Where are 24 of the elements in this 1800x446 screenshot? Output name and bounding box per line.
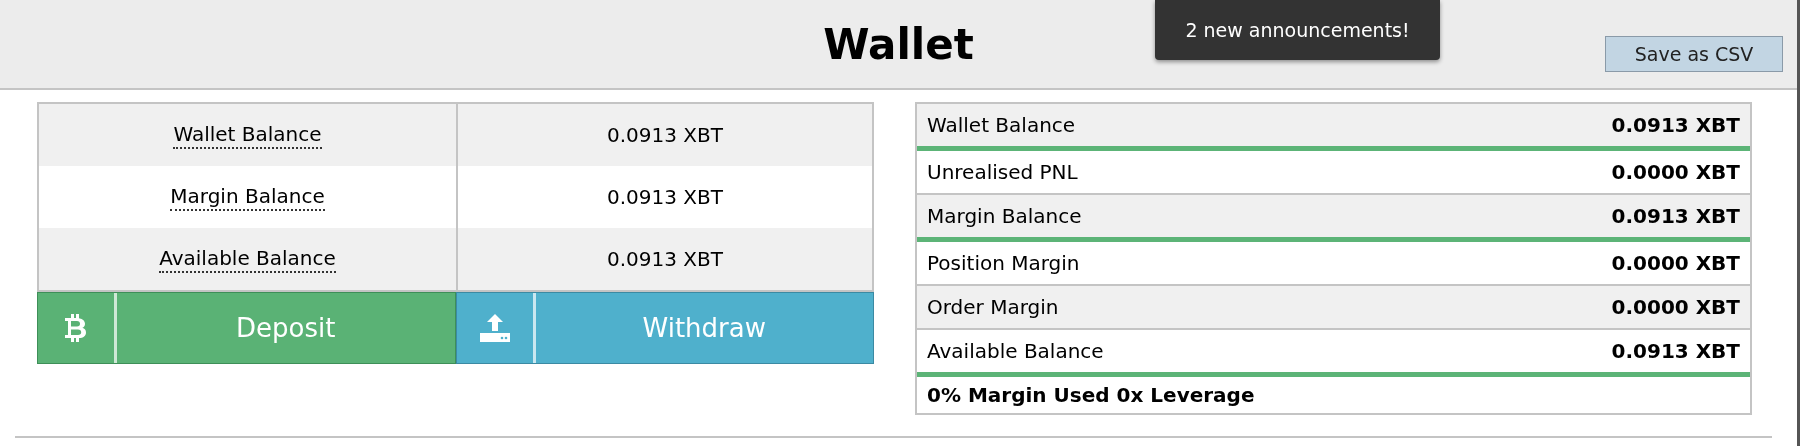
balance-label: Available Balance bbox=[159, 245, 336, 273]
summary-label: Margin Balance bbox=[927, 204, 1082, 228]
upload-icon bbox=[479, 314, 510, 342]
bitcoin-icon bbox=[65, 314, 87, 342]
balance-value: 0.0913 XBT bbox=[607, 247, 723, 271]
save-csv-button[interactable]: Save as CSV bbox=[1605, 36, 1783, 72]
page-title: Wallet bbox=[823, 19, 974, 69]
summary-label: Position Margin bbox=[927, 251, 1080, 275]
summary-label: Order Margin bbox=[927, 295, 1059, 319]
balance-value: 0.0913 XBT bbox=[607, 123, 723, 147]
summary-value: 0.0000 XBT bbox=[1611, 251, 1740, 275]
summary-label: Unrealised PNL bbox=[927, 160, 1078, 184]
balance-label: Wallet Balance bbox=[173, 121, 322, 149]
summary-value: 0.0913 XBT bbox=[1611, 204, 1740, 228]
balance-value: 0.0913 XBT bbox=[607, 185, 723, 209]
summary-label: Available Balance bbox=[927, 339, 1104, 363]
summary-value: 0.0000 XBT bbox=[1611, 295, 1740, 319]
summary-label: Wallet Balance bbox=[927, 113, 1076, 137]
leverage-summary: 0% Margin Used 0x Leverage bbox=[926, 382, 1256, 409]
summary-value: 0.0913 XBT bbox=[1611, 113, 1740, 137]
balance-label: Margin Balance bbox=[170, 183, 325, 211]
summary-value: 0.0000 XBT bbox=[1611, 160, 1740, 184]
announcement-toast[interactable]: 2 new announcements! bbox=[1155, 0, 1440, 60]
summary-value: 0.0913 XBT bbox=[1611, 339, 1740, 363]
